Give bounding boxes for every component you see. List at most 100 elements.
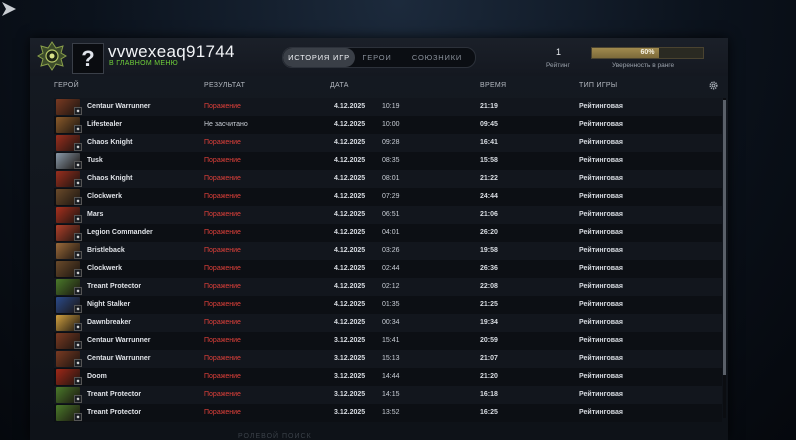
match-result: Поражение [204,409,241,416]
back-arrow-icon[interactable] [0,0,18,18]
table-row[interactable]: ◆ Centaur Warrunner Поражение 4.12.2025 10:1… [54,98,722,116]
tab-match-history[interactable]: ИСТОРИЯ ИГР [283,48,355,67]
column-header-hero[interactable]: ГЕРОЙ [54,82,79,89]
match-date: 4.12.2025 [334,139,366,146]
hero-name: Night Stalker [87,301,131,308]
match-date: 3.12.2025 [334,337,366,344]
role-badge-icon: ◆ [74,323,82,331]
tab-heroes[interactable]: ГЕРОИ [355,48,399,67]
match-result: Поражение [204,139,241,146]
role-badge-icon: ◆ [74,413,82,421]
table-row[interactable]: ◆ Bristleback Поражение 4.12.2025 03:26 19:58… [54,242,722,260]
role-badge-icon: ◆ [74,287,82,295]
table-row[interactable]: ◆ Chaos Knight Поражение 4.12.2025 08:01 21:2… [54,170,722,188]
hero-name: Chaos Knight [87,139,133,146]
match-game-type: Рейтинговая [579,193,623,200]
match-time: 08:01 [382,175,400,182]
match-duration: 21:07 [480,355,498,362]
role-badge-icon: ◆ [74,197,82,205]
match-game-type: Рейтинговая [579,157,623,164]
tab-allies[interactable]: СОЮЗНИКИ [399,48,475,67]
role-badge-icon: ◆ [74,215,82,223]
table-row[interactable]: ◆ Clockwerk Поражение 4.12.2025 07:29 24:44 Ре… [54,188,722,206]
match-date: 3.12.2025 [334,391,366,398]
match-result: Поражение [204,301,241,308]
table-row[interactable]: ◆ Doom Поражение 3.12.2025 14:44 21:20 Рейтинг… [54,368,722,386]
table-row[interactable]: ◆ Lifestealer Не засчитано 4.12.2025 10:00 09… [54,116,722,134]
table-row[interactable]: ◆ Mars Поражение 4.12.2025 06:51 21:06 Рейтинг… [54,206,722,224]
table-row[interactable]: ◆ Centaur Warrunner Поражение 3.12.2025 15:1… [54,350,722,368]
match-game-type: Рейтинговая [579,229,623,236]
profile-header: ? vvwexeaq91744 В ГЛАВНОМ МЕНЮ ИСТОРИЯ И… [30,38,728,76]
hero-name: Mars [87,211,104,218]
table-row[interactable]: ◆ Treant Protector Поражение 3.12.2025 14:15… [54,386,722,404]
match-time: 07:29 [382,193,400,200]
role-badge-icon: ◆ [74,377,82,385]
table-row[interactable]: ◆ Treant Protector Поражение 4.12.2025 02:12… [54,278,722,296]
table-row[interactable]: ◆ Legion Commander Поражение 4.12.2025 04:01… [54,224,722,242]
match-result: Поражение [204,193,241,200]
column-header-result[interactable]: РЕЗУЛЬТАТ [204,82,245,89]
hero-name: Clockwerk [87,265,123,272]
match-game-type: Рейтинговая [579,139,623,146]
scrollbar[interactable] [723,98,726,418]
gear-icon[interactable] [708,80,719,91]
match-duration: 21:06 [480,211,498,218]
match-duration: 19:34 [480,319,498,326]
match-duration: 16:18 [480,391,498,398]
hero-name: Centaur Warrunner [87,355,151,362]
match-game-type: Рейтинговая [579,283,623,290]
match-duration: 22:08 [480,283,498,290]
confidence-bar: 60% [591,47,704,59]
match-time: 04:01 [382,229,400,236]
match-date: 4.12.2025 [334,319,366,326]
table-row[interactable]: ◆ Chaos Knight Поражение 4.12.2025 09:28 16:4… [54,134,722,152]
role-badge-icon: ◆ [74,233,82,241]
table-row[interactable]: ◆ Tusk Поражение 4.12.2025 08:35 15:58 Рейтинг… [54,152,722,170]
scrollbar-thumb[interactable] [723,100,726,375]
role-badge-icon: ◆ [74,125,82,133]
hero-name: Centaur Warrunner [87,103,151,110]
match-date: 4.12.2025 [334,247,366,254]
rank-label: Рейтинг [546,62,570,69]
table-row[interactable]: ◆ Night Stalker Поражение 4.12.2025 01:35 21:… [54,296,722,314]
hero-name: Tusk [87,157,103,164]
match-date: 4.12.2025 [334,157,366,164]
match-date: 4.12.2025 [334,121,366,128]
rank-value: 1 [556,47,562,57]
match-time: 08:35 [382,157,400,164]
match-result: Поражение [204,283,241,290]
table-row[interactable]: ◆ Dawnbreaker Поражение 4.12.2025 00:34 19:34… [54,314,722,332]
avatar[interactable]: ? [72,43,104,74]
hero-name: Centaur Warrunner [87,337,151,344]
table-row[interactable]: ◆ Centaur Warrunner Поражение 3.12.2025 15:4… [54,332,722,350]
profile-panel: ? vvwexeaq91744 В ГЛАВНОМ МЕНЮ ИСТОРИЯ И… [30,38,728,440]
match-date: 4.12.2025 [334,265,366,272]
match-game-type: Рейтинговая [579,373,623,380]
match-game-type: Рейтинговая [579,103,623,110]
hero-name: Doom [87,373,107,380]
match-duration: 16:25 [480,409,498,416]
column-header-game-type[interactable]: ТИП ИГРЫ [579,82,617,89]
match-duration: 20:59 [480,337,498,344]
match-time: 15:13 [382,355,400,362]
username: vvwexeaq91744 [108,42,235,61]
match-duration: 09:45 [480,121,498,128]
role-badge-icon: ◆ [74,179,82,187]
match-duration: 26:20 [480,229,498,236]
match-time: 02:12 [382,283,400,290]
footer-role-search: РОЛЕВОЙ ПОИСК [238,433,312,440]
hero-name: Legion Commander [87,229,153,236]
match-duration: 19:58 [480,247,498,254]
match-time: 01:35 [382,301,400,308]
table-row[interactable]: ◆ Treant Protector Поражение 3.12.2025 13:52… [54,404,722,422]
match-duration: 26:36 [480,265,498,272]
tab-bar: ИСТОРИЯ ИГР ГЕРОИ СОЮЗНИКИ [282,47,476,68]
match-time: 02:44 [382,265,400,272]
match-date: 3.12.2025 [334,373,366,380]
column-header-date[interactable]: ДАТА [330,82,349,89]
table-row[interactable]: ◆ Clockwerk Поражение 4.12.2025 02:44 26:36 Ре… [54,260,722,278]
hero-name: Bristleback [87,247,125,254]
column-header-duration[interactable]: ВРЕМЯ [480,82,506,89]
confidence-label: Уверенность в ранге [612,62,675,69]
